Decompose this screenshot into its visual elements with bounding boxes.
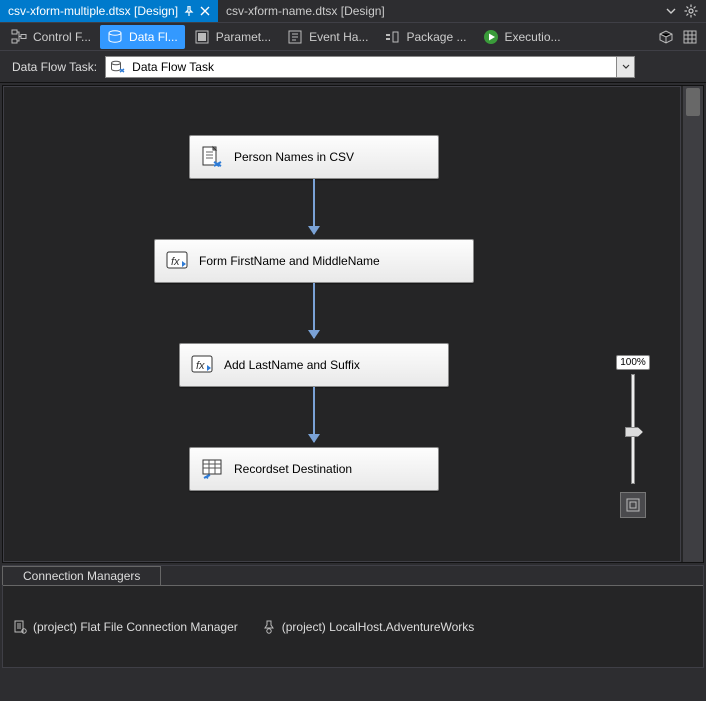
node-label: Form FirstName and MiddleName: [199, 254, 380, 268]
close-icon[interactable]: [200, 6, 210, 16]
zoom-slider[interactable]: [631, 374, 635, 484]
svg-text:fx: fx: [196, 360, 205, 372]
derived-column-icon: fx: [165, 249, 189, 273]
designer-area: Person Names in CSV fx Form FirstName an…: [2, 85, 704, 563]
cm-item-flatfile[interactable]: (project) Flat File Connection Manager: [13, 594, 238, 659]
tab-execution-results[interactable]: Executio...: [476, 25, 568, 49]
node-label: Recordset Destination: [234, 462, 352, 476]
package-icon[interactable]: [658, 29, 674, 45]
db-connection-icon: [262, 620, 276, 634]
connection-managers-body: (project) Flat File Connection Manager (…: [3, 585, 703, 667]
doc-tab-overflow: [658, 0, 706, 22]
tab-label: Package ...: [406, 30, 466, 44]
doc-tab-active[interactable]: csv-xform-multiple.dtsx [Design]: [0, 0, 218, 22]
tab-data-flow[interactable]: Data Fl...: [100, 25, 185, 49]
canvas-viewport: Person Names in CSV fx Form FirstName an…: [3, 86, 681, 562]
tab-control-flow[interactable]: Control F...: [4, 25, 98, 49]
zoom-handle[interactable]: [625, 427, 643, 437]
play-icon: [483, 29, 499, 45]
connection-managers-panel: Connection Managers (project) Flat File …: [2, 565, 704, 668]
flow-arrow[interactable]: [313, 283, 315, 338]
svg-text:fx: fx: [171, 256, 180, 268]
node-label: Add LastName and Suffix: [224, 358, 360, 372]
tab-label: Data Fl...: [129, 30, 178, 44]
data-flow-task-row: Data Flow Task: Data Flow Task: [0, 51, 706, 83]
recordset-destination-icon: [200, 457, 224, 481]
flat-file-source-icon: [200, 145, 224, 169]
control-flow-icon: [11, 29, 27, 45]
event-handlers-icon: [287, 29, 303, 45]
designer-tabs-right: [658, 29, 702, 45]
node-derived-2[interactable]: fx Add LastName and Suffix: [179, 343, 449, 387]
tab-label: Paramet...: [216, 30, 271, 44]
dropdown-button[interactable]: [616, 57, 634, 77]
data-flow-icon: [107, 29, 123, 45]
design-canvas[interactable]: Person Names in CSV fx Form FirstName an…: [3, 86, 681, 562]
tab-label: Executio...: [505, 30, 561, 44]
connection-managers-tab[interactable]: Connection Managers: [2, 566, 161, 585]
flow-arrow[interactable]: [313, 179, 315, 234]
doc-tab-label: csv-xform-name.dtsx [Design]: [226, 4, 385, 18]
cm-item-label: (project) LocalHost.AdventureWorks: [282, 620, 475, 634]
vertical-scrollbar[interactable]: [683, 86, 703, 562]
dft-select[interactable]: Data Flow Task: [105, 56, 635, 78]
scrollbar-thumb[interactable]: [686, 88, 700, 116]
zoom-label: 100%: [616, 355, 650, 370]
zoom-control: 100%: [616, 355, 650, 518]
pin-icon[interactable]: [184, 6, 194, 16]
cm-item-label: (project) Flat File Connection Manager: [33, 620, 238, 634]
designer-tab-bar: Control F... Data Fl... Paramet... Event…: [0, 23, 706, 51]
dft-value: Data Flow Task: [132, 60, 214, 74]
dft-label: Data Flow Task:: [12, 60, 97, 74]
data-flow-task-icon: [110, 59, 126, 75]
gear-icon[interactable]: [684, 4, 698, 18]
tab-package-explorer[interactable]: Package ...: [377, 25, 473, 49]
document-tab-bar: csv-xform-multiple.dtsx [Design] csv-xfo…: [0, 0, 706, 23]
flow-arrow[interactable]: [313, 387, 315, 442]
cm-item-localhost[interactable]: (project) LocalHost.AdventureWorks: [262, 594, 475, 659]
tab-label: Event Ha...: [309, 30, 368, 44]
tab-label: Control F...: [33, 30, 91, 44]
grid-icon[interactable]: [682, 29, 698, 45]
node-source[interactable]: Person Names in CSV: [189, 135, 439, 179]
flat-file-connection-icon: [13, 620, 27, 634]
node-destination[interactable]: Recordset Destination: [189, 447, 439, 491]
tab-event-handlers[interactable]: Event Ha...: [280, 25, 375, 49]
node-derived-1[interactable]: fx Form FirstName and MiddleName: [154, 239, 474, 283]
doc-tab-label: csv-xform-multiple.dtsx [Design]: [8, 4, 178, 18]
node-label: Person Names in CSV: [234, 150, 354, 164]
package-explorer-icon: [384, 29, 400, 45]
zoom-fit-button[interactable]: [620, 492, 646, 518]
derived-column-icon: fx: [190, 353, 214, 377]
parameters-icon: [194, 29, 210, 45]
cm-title: Connection Managers: [23, 569, 140, 583]
doc-tab-inactive[interactable]: csv-xform-name.dtsx [Design]: [218, 0, 393, 22]
tab-parameters[interactable]: Paramet...: [187, 25, 278, 49]
tab-overflow-icon[interactable]: [666, 6, 676, 16]
